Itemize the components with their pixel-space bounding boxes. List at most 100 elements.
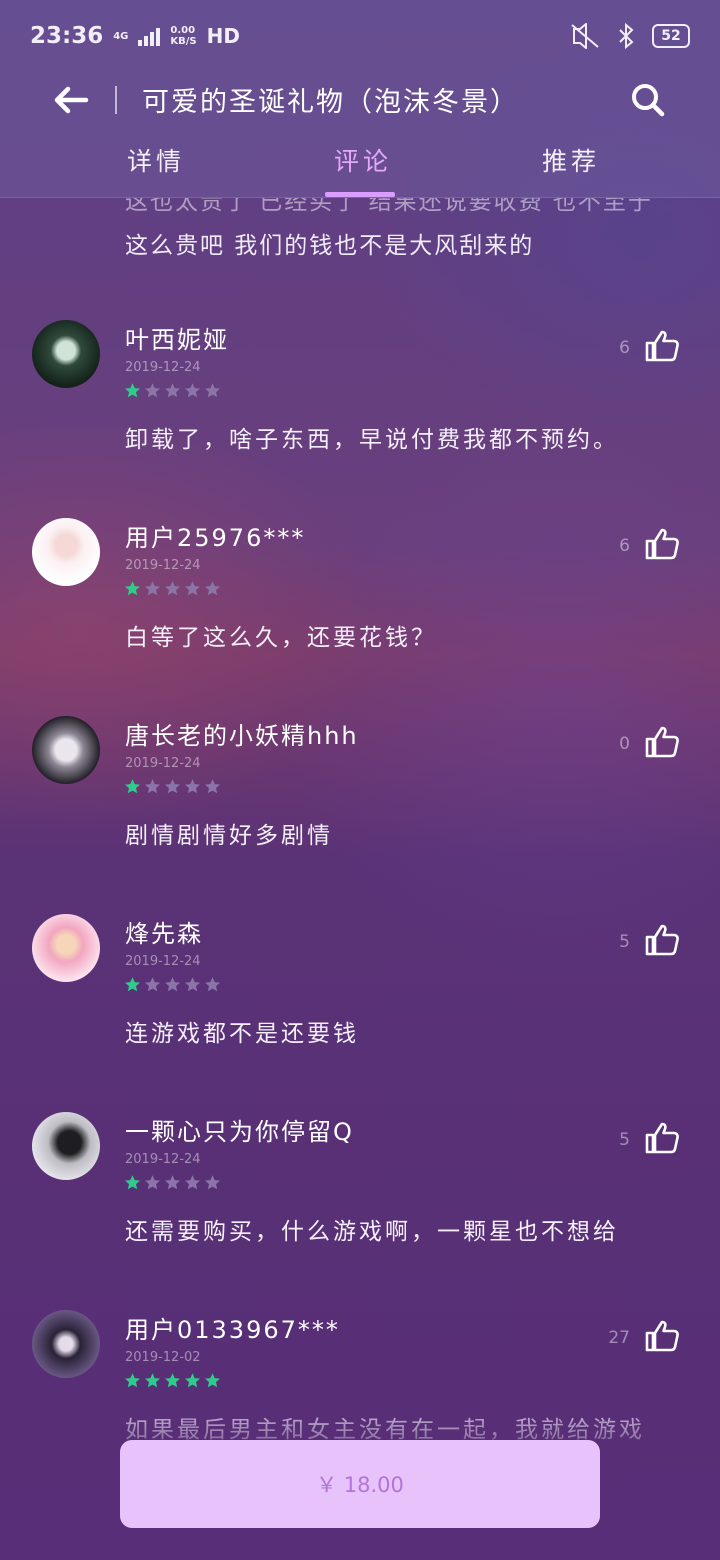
star-icon <box>204 778 221 799</box>
review-item: 用户25976*** 2019-12-24 6 白等了这么久，还要花钱？ <box>0 518 720 716</box>
star-icon <box>144 580 161 601</box>
like-group[interactable]: 5 <box>619 922 680 962</box>
star-icon <box>204 580 221 601</box>
star-icon <box>184 778 201 799</box>
tab-recommend[interactable]: 推荐 <box>542 142 600 178</box>
avatar[interactable] <box>32 1310 100 1378</box>
review-username: 一颗心只为你停留Q <box>125 1118 354 1146</box>
bluetooth-icon <box>619 23 634 49</box>
review-item: 唐长老的小妖精hhh 2019-12-24 0 剧情剧情好多剧情 <box>0 716 720 914</box>
previous-comment-text: 这么贵吧 我们的钱也不是大风刮来的 <box>125 233 535 259</box>
mute-icon <box>571 23 599 49</box>
back-arrow-icon[interactable] <box>50 80 90 120</box>
review-item: 叶西妮娅 2019-12-24 6 卸载了，啥子东西，早说付费我都不预约。 <box>0 320 720 518</box>
star-icon <box>144 778 161 799</box>
star-icon <box>204 382 221 403</box>
like-group[interactable]: 6 <box>619 526 680 566</box>
star-icon <box>144 382 161 403</box>
like-count: 5 <box>619 932 630 952</box>
thumbs-up-icon[interactable] <box>644 724 680 764</box>
review-date: 2019-12-24 <box>125 360 201 375</box>
app-header: 23:36 4G 0.00 KB/S HD 52 可爱的圣诞礼物（泡沫冬景） 详情… <box>0 0 720 198</box>
star-icon <box>164 976 181 997</box>
buy-button-label: ￥ 18.00 <box>316 1473 404 1497</box>
avatar[interactable] <box>32 716 100 784</box>
review-rating <box>124 778 221 799</box>
star-icon <box>184 976 201 997</box>
like-count: 0 <box>619 734 630 754</box>
like-group[interactable]: 27 <box>608 1318 680 1358</box>
tab-details[interactable]: 详情 <box>127 142 185 178</box>
avatar[interactable] <box>32 320 100 388</box>
star-icon <box>124 976 141 997</box>
star-icon <box>164 382 181 403</box>
avatar[interactable] <box>32 1112 100 1180</box>
thumbs-up-icon[interactable] <box>644 526 680 566</box>
star-icon <box>124 580 141 601</box>
review-username: 叶西妮娅 <box>125 326 229 354</box>
thumbs-up-icon[interactable] <box>644 1318 680 1358</box>
signal-icon <box>138 26 161 46</box>
review-date: 2019-12-24 <box>125 954 201 969</box>
review-rating <box>124 382 221 403</box>
avatar[interactable] <box>32 914 100 982</box>
network-type: 4G <box>113 30 129 42</box>
avatar[interactable] <box>32 518 100 586</box>
battery-icon: 52 <box>652 24 690 48</box>
star-icon <box>204 1174 221 1195</box>
buy-button[interactable]: ￥ 18.00 <box>120 1440 600 1528</box>
star-icon <box>184 580 201 601</box>
star-icon <box>204 976 221 997</box>
network-speed: 0.00 KB/S <box>170 25 197 47</box>
thumbs-up-icon[interactable] <box>644 1120 680 1160</box>
like-group[interactable]: 5 <box>619 1120 680 1160</box>
title-divider <box>115 86 117 114</box>
thumbs-up-icon[interactable] <box>644 922 680 962</box>
review-rating <box>124 1174 221 1195</box>
star-icon <box>144 1174 161 1195</box>
comments-list[interactable]: 这也太贵了 已经买了 结果还说要收费 也不至于 这么贵吧 我们的钱也不是大风刮来… <box>0 198 720 1560</box>
review-comment: 连游戏都不是还要钱 <box>125 1021 359 1047</box>
status-bar: 23:36 4G 0.00 KB/S HD 52 <box>0 0 720 72</box>
review-username: 唐长老的小妖精hhh <box>125 722 359 750</box>
review-comment: 卸载了，啥子东西，早说付费我都不预约。 <box>125 427 619 453</box>
review-date: 2019-12-24 <box>125 756 201 771</box>
star-icon <box>184 1174 201 1195</box>
like-count: 6 <box>619 338 630 358</box>
star-icon <box>164 778 181 799</box>
star-icon <box>144 976 161 997</box>
star-icon <box>124 778 141 799</box>
review-comment: 还需要购买，什么游戏啊，一颗星也不想给 <box>125 1219 619 1245</box>
like-count: 6 <box>619 536 630 556</box>
review-comment: 白等了这么久，还要花钱？ <box>125 625 437 651</box>
review-username: 用户0133967*** <box>125 1316 340 1344</box>
status-time: 23:36 <box>30 23 104 49</box>
tab-comments[interactable]: 评论 <box>334 142 392 178</box>
page-title: 可爱的圣诞礼物（泡沫冬景） <box>142 87 519 118</box>
review-username: 用户25976*** <box>125 524 306 552</box>
thumbs-up-icon[interactable] <box>644 328 680 368</box>
review-rating <box>124 580 221 601</box>
review-item: 烽先森 2019-12-24 5 连游戏都不是还要钱 <box>0 914 720 1112</box>
like-group[interactable]: 6 <box>619 328 680 368</box>
tab-bar: 详情 评论 推荐 <box>0 138 720 198</box>
review-comment: 剧情剧情好多剧情 <box>125 823 333 849</box>
previous-comment-cut-line: 这也太贵了 已经买了 结果还说要收费 也不至于 <box>125 198 653 215</box>
review-item: 一颗心只为你停留Q 2019-12-24 5 还需要购买，什么游戏啊，一颗星也不想给 <box>0 1112 720 1310</box>
like-count: 5 <box>619 1130 630 1150</box>
like-group[interactable]: 0 <box>619 724 680 764</box>
star-icon <box>164 580 181 601</box>
review-username: 烽先森 <box>125 920 203 948</box>
like-count: 27 <box>608 1328 630 1348</box>
review-date: 2019-12-24 <box>125 558 201 573</box>
review-rating <box>124 976 221 997</box>
hd-label: HD <box>206 24 240 48</box>
star-icon <box>164 1174 181 1195</box>
review-date: 2019-12-02 <box>125 1350 201 1365</box>
star-icon <box>124 1174 141 1195</box>
star-icon <box>184 382 201 403</box>
star-icon <box>124 382 141 403</box>
review-date: 2019-12-24 <box>125 1152 201 1167</box>
search-icon[interactable] <box>628 80 668 120</box>
tab-indicator <box>325 192 395 197</box>
